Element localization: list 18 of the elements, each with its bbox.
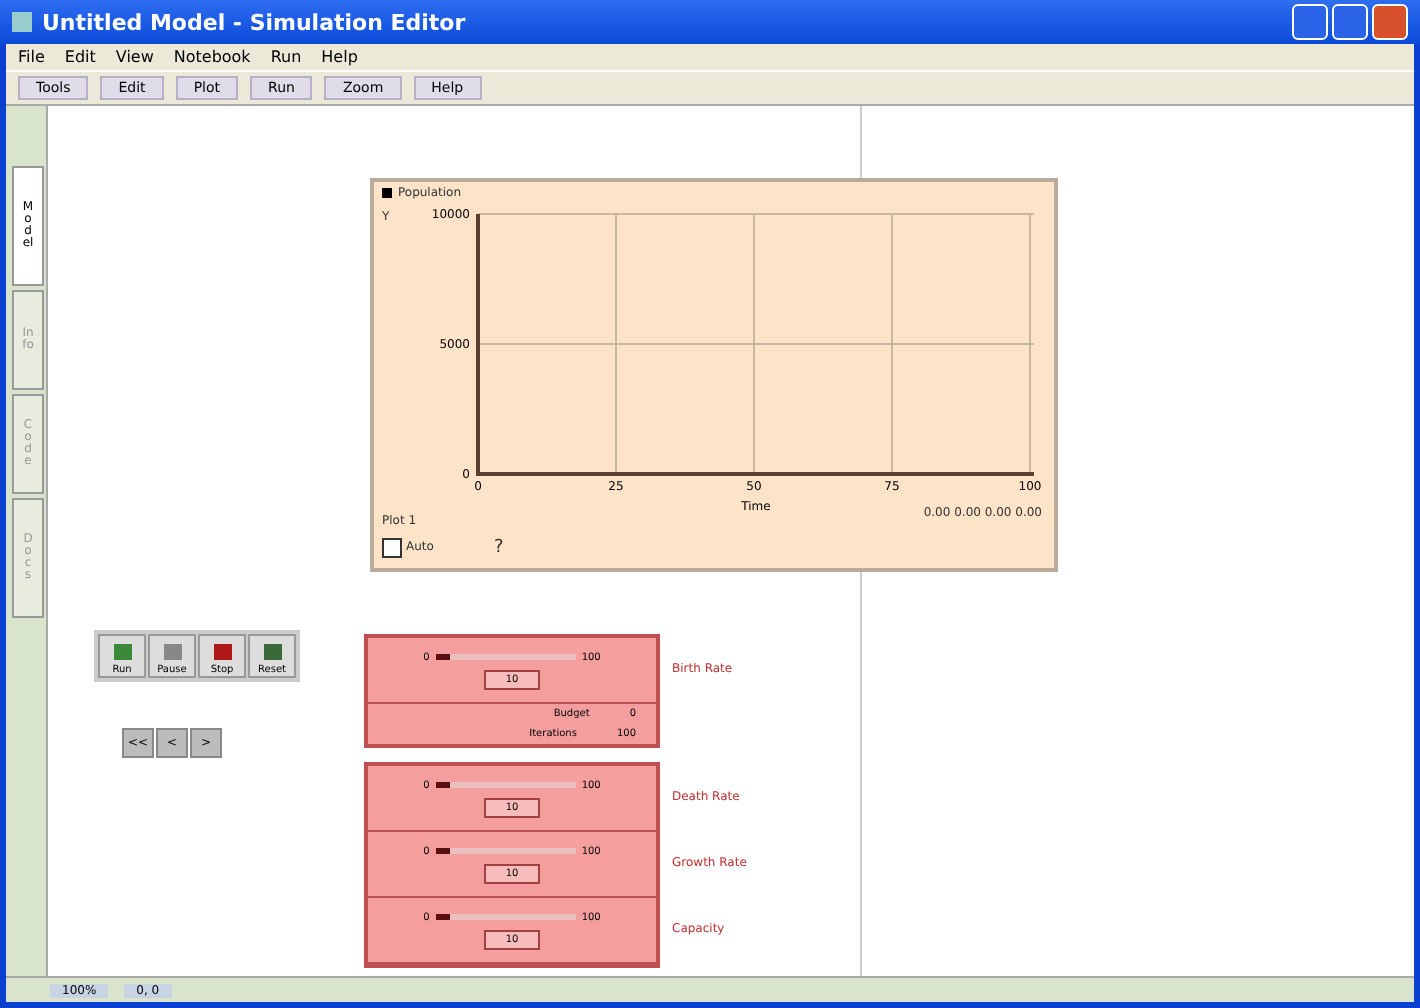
close-button[interactable] <box>1372 4 1408 40</box>
window-title: Untitled Model - Simulation Editor <box>42 9 466 35</box>
menu-item[interactable]: View <box>115 48 154 66</box>
menu-item[interactable]: Run <box>270 48 302 66</box>
menu-item[interactable]: File <box>18 48 45 66</box>
help-label[interactable]: ? <box>494 538 504 558</box>
autoscale-checkbox[interactable] <box>382 538 402 558</box>
slider-track[interactable] <box>435 914 576 920</box>
menu-item[interactable]: Edit <box>64 48 96 66</box>
minimize-button[interactable] <box>1292 4 1328 40</box>
legend-swatch-icon <box>382 188 392 198</box>
slider-track[interactable] <box>435 782 576 788</box>
maximize-button[interactable] <box>1332 4 1368 40</box>
menu-item[interactable]: Help <box>321 48 358 66</box>
slider-track[interactable] <box>435 654 576 660</box>
menu-item[interactable]: Notebook <box>173 48 251 66</box>
app-icon <box>12 12 32 32</box>
slider-track[interactable] <box>435 848 576 854</box>
